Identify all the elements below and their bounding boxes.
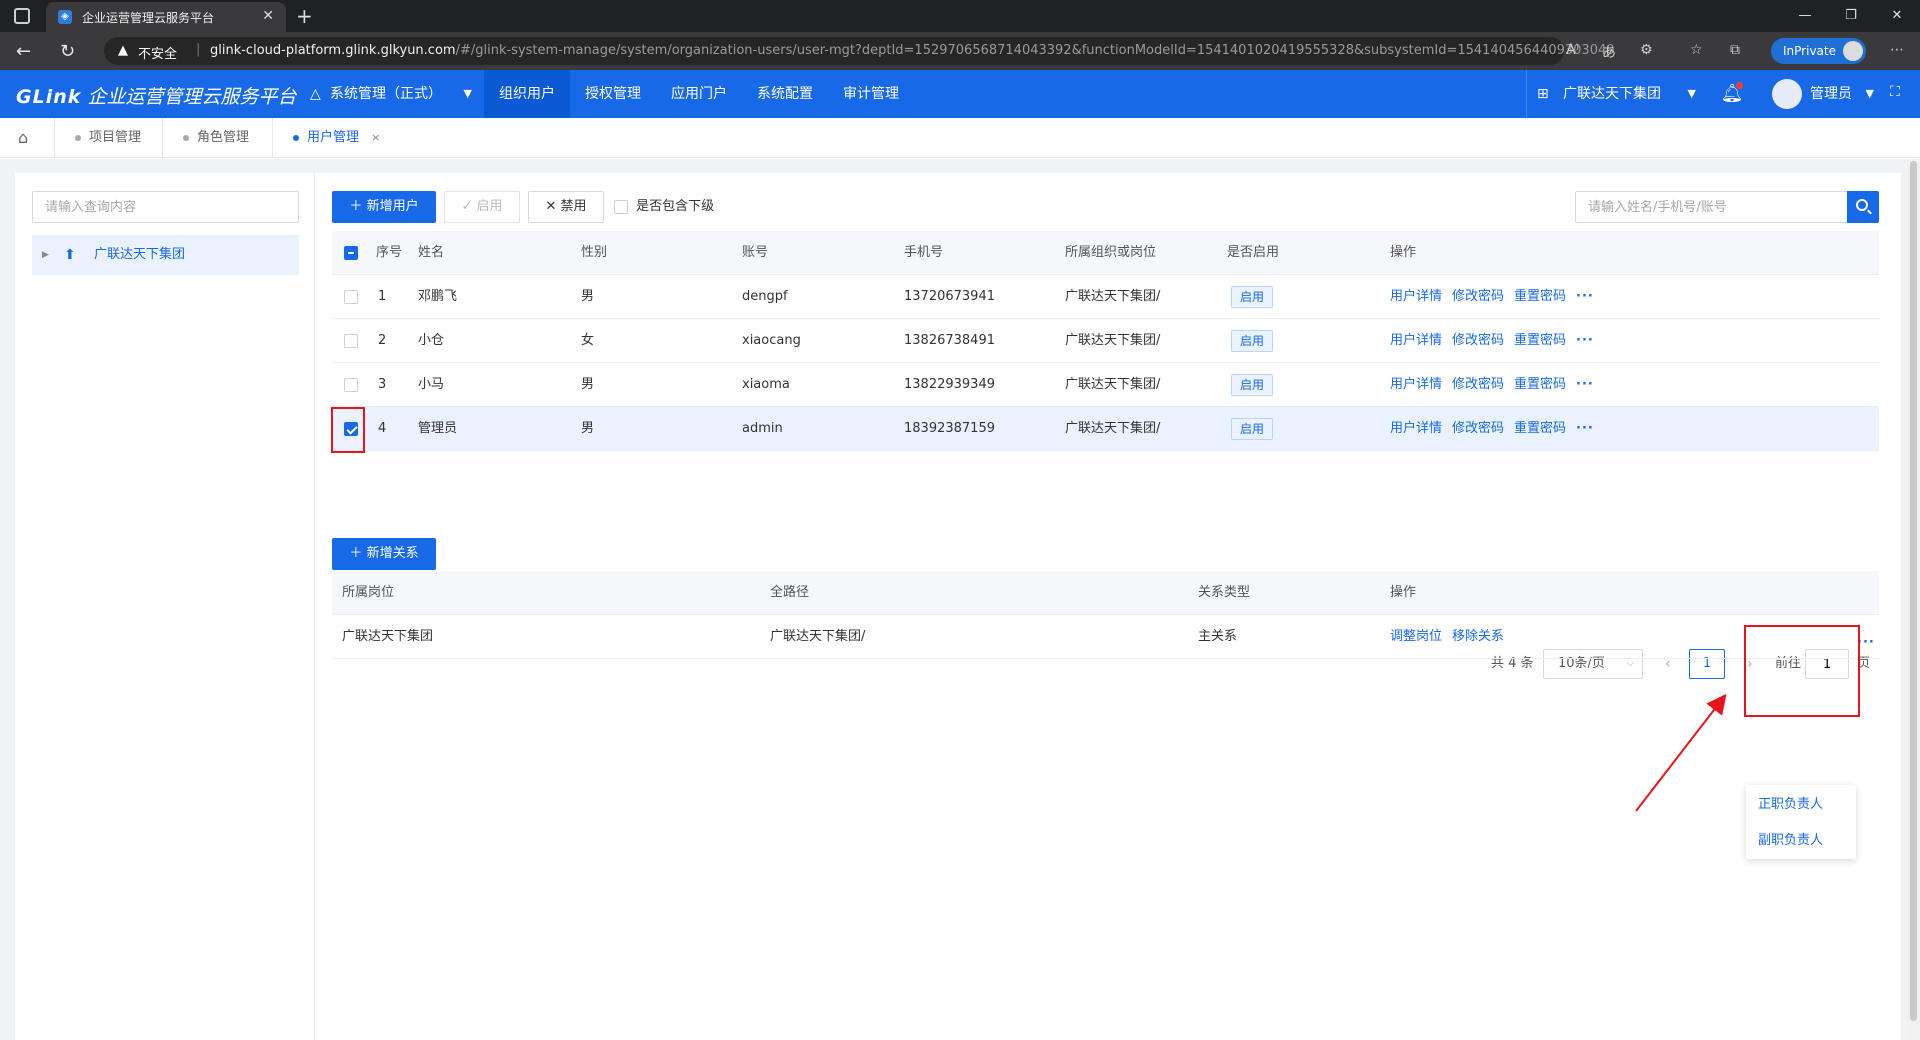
tracking-icon[interactable]: ⚙: [1640, 42, 1653, 58]
tab-close-icon[interactable]: ✕: [262, 8, 274, 24]
profile-avatar-icon: [1843, 41, 1863, 61]
favorites-icon[interactable]: ☆: [1690, 42, 1703, 58]
address-bar: ← ↻ ▲ 不安全 | glink-cloud-platform.glink.g…: [0, 32, 1920, 70]
nav-org-users[interactable]: 组织用户: [484, 70, 570, 118]
breadcrumb: ⌂ 项目管理 角色管理 用户管理 ×: [0, 118, 1920, 158]
user-name: 管理员: [1810, 86, 1852, 102]
subsystem-selector[interactable]: △ 系统管理（正式） ▼: [296, 70, 480, 118]
crumb-label: 用户管理: [307, 130, 360, 145]
annotation-arrow: [1635, 693, 1727, 812]
home-icon[interactable]: ⌂: [18, 128, 38, 148]
inprivate-label: InPrivate: [1783, 44, 1836, 58]
crumb-project-mgmt[interactable]: 项目管理: [54, 118, 141, 158]
vertical-scrollbar[interactable]: [1907, 159, 1920, 1040]
restore-icon[interactable]: ❐: [1828, 0, 1874, 32]
close-icon[interactable]: ×: [371, 131, 380, 144]
site-favicon-icon: ◈: [58, 10, 72, 24]
tab-title: 企业运营管理云服务平台: [82, 11, 215, 25]
minimize-icon[interactable]: —: [1782, 0, 1828, 32]
crumb-label: 角色管理: [197, 130, 250, 145]
app-logo: GLink 企业运营管理云服务平台: [16, 82, 296, 109]
org-label: 广联达天下集团: [1563, 86, 1661, 102]
nav-auth-mgmt[interactable]: 授权管理: [570, 70, 656, 118]
crumb-user-mgmt[interactable]: 用户管理 ×: [272, 118, 380, 158]
chevron-down-icon: ▼: [1865, 87, 1874, 100]
back-icon[interactable]: ←: [16, 41, 31, 62]
org-tree-icon: ⊞: [1537, 86, 1549, 102]
chevron-down-icon: ▼: [1687, 87, 1696, 100]
dot-icon: [183, 135, 189, 141]
bell-icon[interactable]: 🔔︎: [1718, 80, 1746, 108]
dot-icon: [293, 135, 299, 141]
nav-sys-config[interactable]: 系统配置: [742, 70, 828, 118]
brand-name: GLink: [16, 86, 82, 108]
url-text: glink-cloud-platform.glink.glkyun.com/#/…: [210, 43, 1615, 58]
translate-icon[interactable]: あ: [1602, 42, 1616, 62]
collections-icon[interactable]: ⧉: [1730, 42, 1740, 58]
browser-tab-bar: ◈ 企业运营管理云服务平台 ✕ + — ❐ ✕: [0, 0, 1920, 32]
platform-name: 企业运营管理云服务平台: [87, 86, 297, 108]
window-menu-icon[interactable]: [14, 8, 30, 24]
org-switcher[interactable]: ⊞ 广联达天下集团 ▼: [1526, 70, 1708, 118]
fullscreen-icon[interactable]: ⛶: [1890, 84, 1900, 100]
close-window-icon[interactable]: ✕: [1874, 0, 1920, 32]
insecure-label: 不安全: [138, 47, 178, 62]
url-host: glink-cloud-platform.glink.glkyun.com: [210, 43, 456, 58]
user-menu[interactable]: 管理员 ▼: [1770, 70, 1874, 118]
browser-tab[interactable]: ◈ 企业运营管理云服务平台 ✕: [46, 2, 286, 32]
browser-menu-icon[interactable]: ⋯: [1890, 42, 1904, 58]
notification-dot: [1736, 82, 1743, 89]
read-aloud-icon[interactable]: A⁾: [1566, 42, 1579, 58]
url-path: /#/glink-system-manage/system/organizati…: [455, 43, 1615, 58]
new-tab-icon[interactable]: +: [296, 4, 313, 28]
page-body: ▶ ⬆ 广联达天下集团 ＋ 新增用户 ✓ 启用 ✕ 禁用 是否包含下级 序号 姓…: [0, 159, 1920, 1040]
top-nav: 组织用户 授权管理 应用门户 系统配置 审计管理: [484, 70, 914, 118]
crumb-label: 项目管理: [89, 130, 142, 145]
url-separator: |: [196, 42, 201, 57]
reload-icon[interactable]: ↻: [60, 41, 75, 62]
nav-audit-mgmt[interactable]: 审计管理: [828, 70, 914, 118]
nav-app-portal[interactable]: 应用门户: [656, 70, 742, 118]
subsystem-icon: △: [310, 86, 321, 102]
warning-icon: ▲: [118, 43, 128, 58]
url-field[interactable]: ▲ 不安全 | glink-cloud-platform.glink.glkyu…: [104, 37, 1615, 65]
subsystem-label: 系统管理（正式）: [330, 86, 442, 102]
scrollbar-thumb[interactable]: [1910, 161, 1917, 1021]
dot-icon: [75, 135, 81, 141]
crumb-role-mgmt[interactable]: 角色管理: [162, 118, 249, 158]
chevron-down-icon: ▼: [463, 87, 472, 100]
avatar: [1772, 79, 1802, 109]
inprivate-badge[interactable]: InPrivate: [1771, 38, 1866, 64]
app-header: GLink 企业运营管理云服务平台 △ 系统管理（正式） ▼ 组织用户 授权管理…: [0, 70, 1920, 118]
